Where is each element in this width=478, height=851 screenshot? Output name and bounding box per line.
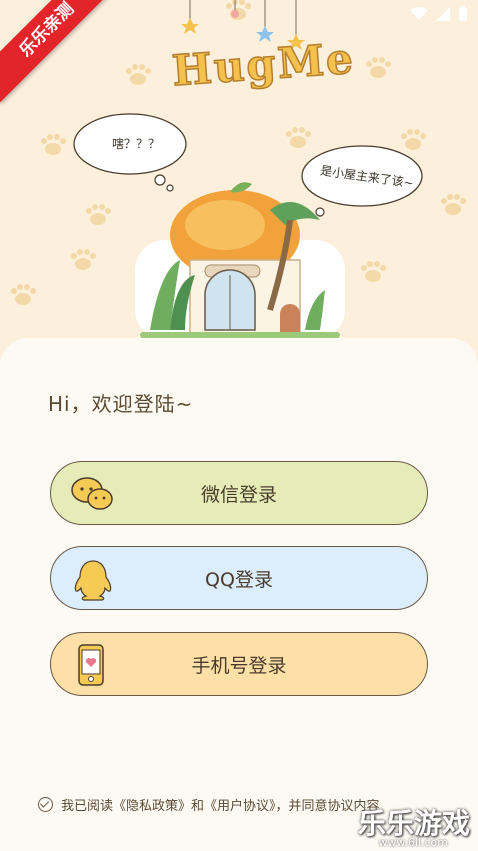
bubble-left-text: 嗐？？？ <box>112 137 161 151</box>
wifi-icon <box>410 7 428 20</box>
wechat-login-label: 微信登录 <box>200 483 277 506</box>
phone-login-label: 手机号登录 <box>191 654 287 677</box>
qq-penguin-icon <box>74 560 112 601</box>
hero-area: HugMe 嗐？？？ 是小屋主来了该~ 乐乐亲测 <box>0 0 478 360</box>
qq-login-label: QQ登录 <box>205 568 273 591</box>
orange-house-illustration <box>135 182 345 340</box>
agreement-text[interactable]: 我已阅读《隐私政策》和《用户协议》，并同意协议内容 <box>61 795 380 814</box>
qq-login-button[interactable]: QQ登录 <box>50 546 428 610</box>
signal-icon <box>436 7 450 21</box>
agreement-checkbox[interactable] <box>38 797 53 812</box>
phone-icon <box>78 644 104 686</box>
welcome-greeting: Hi，欢迎登陆~ <box>48 392 194 416</box>
phone-login-button[interactable]: 手机号登录 <box>50 632 428 696</box>
wechat-login-button[interactable]: 微信登录 <box>50 461 428 525</box>
agreement-row: 我已阅读《隐私政策》和《用户协议》，并同意协议内容 <box>38 795 380 814</box>
watermark-url: www.6ll.com <box>378 836 448 849</box>
battery-icon <box>459 6 467 21</box>
wechat-icon <box>71 477 113 510</box>
